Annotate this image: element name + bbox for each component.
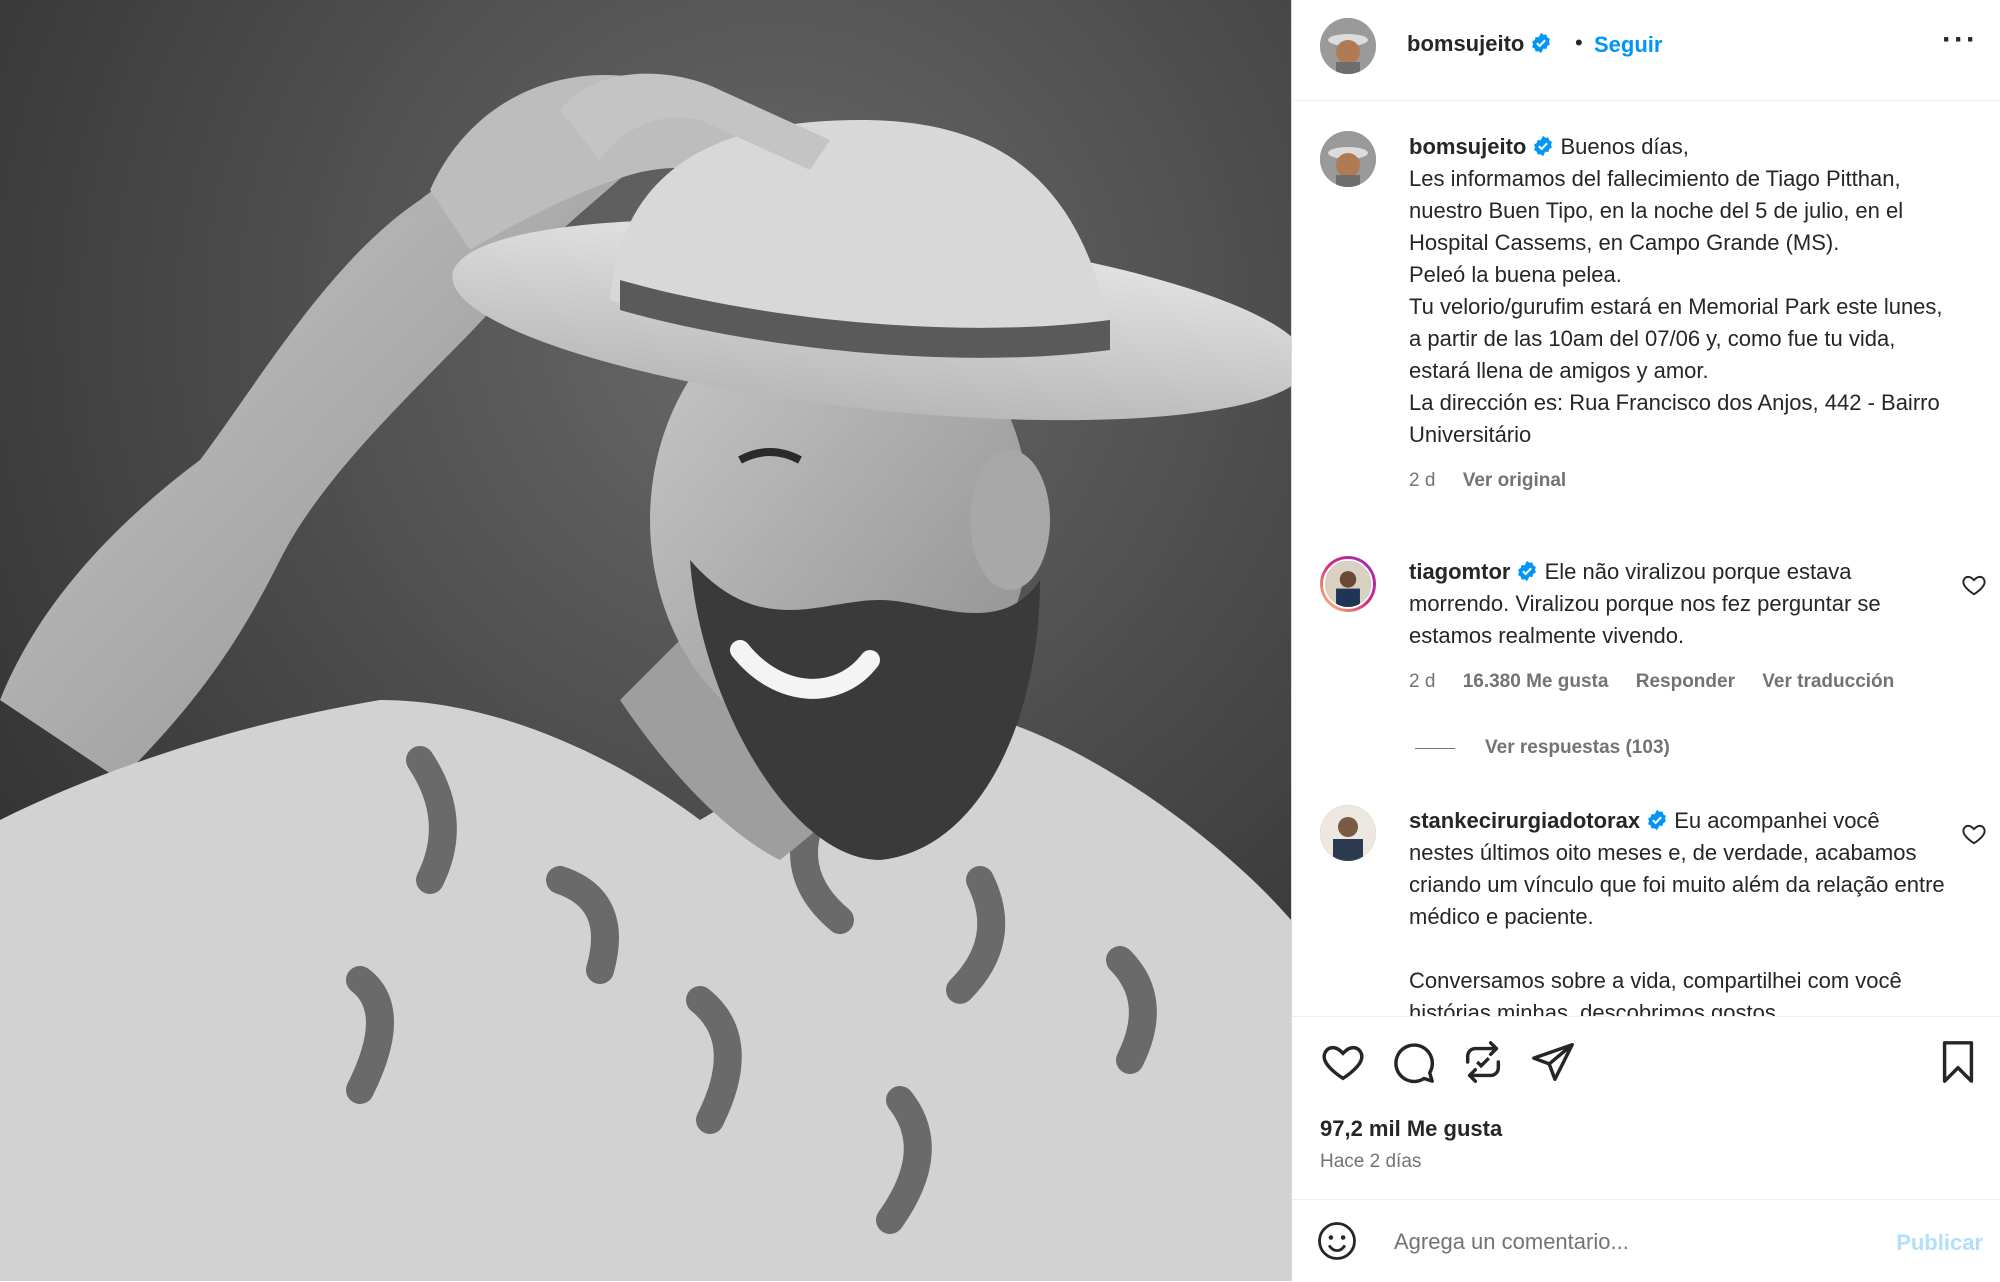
heart-icon[interactable] <box>1320 1039 1366 1085</box>
caption-body: bomsujeito Buenos días, Les informamos d… <box>1409 131 1945 497</box>
comment-body: tiagomtor Ele não viralizou porque estav… <box>1409 556 1945 698</box>
follow-button[interactable]: Seguir <box>1594 32 1662 58</box>
avatar[interactable] <box>1320 556 1376 612</box>
heart-icon[interactable] <box>1961 572 1987 598</box>
comment-meta: 2 d 16.380 Me gusta Responder Ver traduc… <box>1409 666 1945 698</box>
comment-icon[interactable] <box>1390 1039 1436 1085</box>
verified-badge-icon <box>1534 135 1553 157</box>
comment-text: Conversamos sobre a vida, compartilhei c… <box>1409 968 1902 1016</box>
caption-username[interactable]: bomsujeito <box>1409 134 1526 159</box>
translate-link[interactable]: Ver traducción <box>1762 671 1894 692</box>
avatar[interactable] <box>1320 131 1376 187</box>
comment-input[interactable] <box>1392 1222 1856 1262</box>
comments-list[interactable]: bomsujeito Buenos días, Les informamos d… <box>1292 101 2000 1016</box>
reply-button[interactable]: Responder <box>1636 671 1735 692</box>
post-date: Hace 2 días <box>1320 1151 1422 1172</box>
comment-body: stankecirurgiadotorax Eu acompanhei você… <box>1409 805 1945 1016</box>
post-photo[interactable] <box>0 0 1291 1281</box>
bookmark-icon[interactable] <box>1935 1039 1981 1085</box>
likes-count[interactable]: 97,2 mil Me gusta <box>1320 1116 1502 1142</box>
comment-composer: Publicar <box>1292 1199 2000 1282</box>
replies-divider <box>1415 747 1455 749</box>
post-image <box>0 0 1291 1281</box>
author-username[interactable]: bomsujeito <box>1407 31 1552 57</box>
see-original-link[interactable]: Ver original <box>1463 470 1566 491</box>
publish-button[interactable]: Publicar <box>1896 1230 1983 1256</box>
smiley-icon[interactable] <box>1316 1220 1358 1262</box>
caption-line: Les informamos del fallecimiento de Tiag… <box>1409 166 1904 255</box>
post-sidebar: bomsujeito • Seguir ··· bomsujeito Bueno… <box>1291 0 2000 1281</box>
comment-username[interactable]: tiagomtor <box>1409 559 1510 584</box>
verified-badge-icon <box>1518 560 1537 582</box>
view-replies-label: Ver respuestas (103) <box>1485 737 1670 758</box>
comment-likes-link[interactable]: 16.380 Me gusta <box>1463 671 1609 692</box>
heart-icon[interactable] <box>1961 821 1987 847</box>
caption-line: La dirección es: Rua Francisco dos Anjos… <box>1409 390 1940 447</box>
post-header: bomsujeito • Seguir ··· <box>1292 0 2000 101</box>
send-icon[interactable] <box>1530 1039 1576 1085</box>
avatar[interactable] <box>1320 805 1376 861</box>
comment-username[interactable]: stankecirurgiadotorax <box>1409 808 1640 833</box>
caption-line: Peleó la buena pelea. <box>1409 262 1622 287</box>
verified-badge-icon <box>1532 32 1551 54</box>
ellipsis-icon[interactable]: ··· <box>1942 25 1978 55</box>
view-replies-button[interactable]: Ver respuestas (103) <box>1415 737 1670 759</box>
comment-time: 2 d <box>1409 671 1436 692</box>
separator-dot: • <box>1575 30 1583 55</box>
action-bar <box>1292 1016 2000 1117</box>
caption-line: Buenos días, <box>1560 134 1689 159</box>
verified-badge-icon <box>1648 809 1666 831</box>
avatar[interactable] <box>1320 18 1376 74</box>
caption-meta: 2 d Ver original <box>1409 465 1945 497</box>
caption-time: 2 d <box>1409 470 1436 491</box>
caption-line: Tu velorio/gurufim estará en Memorial Pa… <box>1409 294 1943 383</box>
repost-icon[interactable] <box>1460 1039 1506 1085</box>
